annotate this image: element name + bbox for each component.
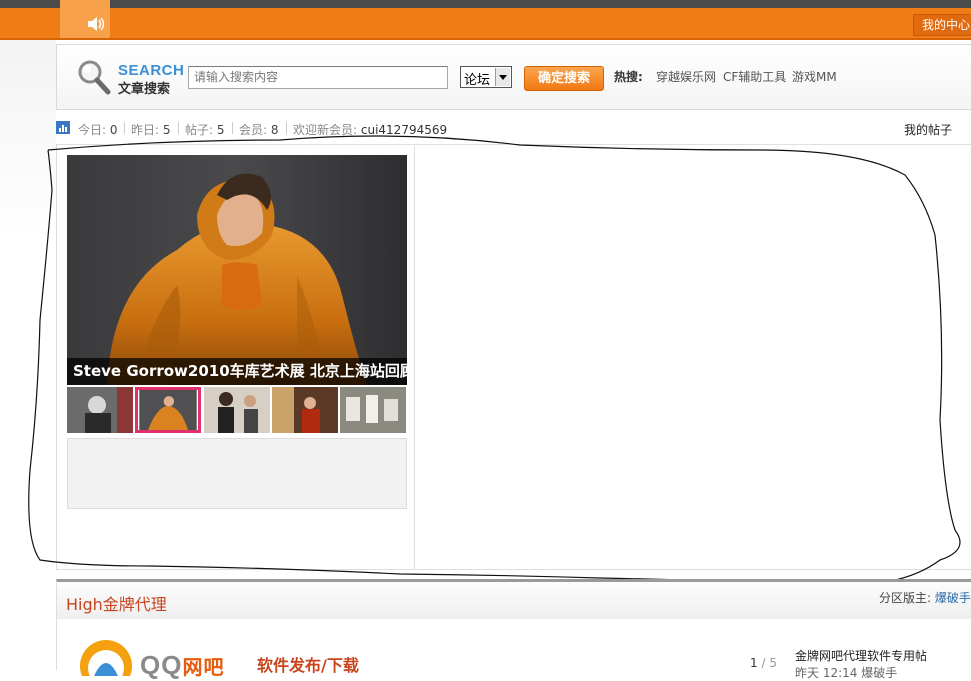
- stat-new-member: 欢迎新会员: cui412794569: [293, 121, 447, 138]
- moderator-link[interactable]: 爆破手: [935, 591, 971, 605]
- thumbnail[interactable]: [204, 387, 270, 433]
- thumbnail[interactable]: [67, 387, 133, 433]
- hot-link[interactable]: 游戏MM: [792, 68, 837, 85]
- pager-total: 5: [769, 656, 777, 670]
- thumbnail[interactable]: [272, 387, 338, 433]
- forum-board-title[interactable]: 软件发布/下载: [257, 652, 359, 676]
- search-scope-value: 论坛: [464, 73, 491, 88]
- divider: [124, 122, 125, 134]
- stat-value: 0: [109, 123, 118, 137]
- top-strip: [0, 0, 971, 8]
- top-nav-bar: [0, 8, 971, 40]
- forum-stats-bar: 今日: 0 昨日: 5 帖子: 5 会员: 8 欢迎新会员: cui412794…: [56, 118, 971, 140]
- divider: [56, 619, 57, 670]
- stat-posts: 帖子: 5: [185, 121, 225, 138]
- stat-value: 5: [216, 123, 225, 137]
- last-post-link[interactable]: 金牌网吧代理软件专用帖: [795, 647, 927, 664]
- placeholder-box: [67, 438, 407, 509]
- divider: [414, 146, 415, 570]
- chevron-down-icon[interactable]: [495, 68, 510, 86]
- stat-label: 欢迎新会员:: [293, 123, 358, 137]
- thumbnail-active[interactable]: [135, 387, 201, 433]
- divider: [286, 122, 287, 134]
- board-pager: 1 / 5: [750, 656, 777, 670]
- slideshow-main-image[interactable]: [67, 155, 407, 385]
- logo-suffix: 网吧: [182, 657, 225, 679]
- search-logo-cn: 文章搜索: [118, 82, 171, 97]
- stat-members: 会员: 8: [239, 121, 279, 138]
- speaker-icon[interactable]: [86, 15, 104, 33]
- my-center-button[interactable]: 我的中心: [913, 14, 971, 36]
- pager-current: 1: [750, 656, 758, 670]
- forum-logo-text: QQ网吧: [140, 650, 224, 681]
- stat-today: 今日: 0: [78, 121, 118, 138]
- left-background: [0, 40, 56, 240]
- stat-value: 8: [270, 123, 279, 137]
- stat-value: 5: [162, 123, 171, 137]
- divider: [178, 122, 179, 134]
- stat-label: 昨日:: [131, 123, 160, 137]
- section-header: [56, 579, 971, 619]
- divider: [232, 122, 233, 134]
- stat-label: 今日:: [78, 123, 107, 137]
- search-submit-button[interactable]: 确定搜索: [524, 66, 604, 91]
- stat-label: 帖子:: [185, 123, 214, 137]
- moderator-info: 分区版主: 爆破手: [879, 589, 971, 606]
- search-scope-select[interactable]: 论坛: [460, 66, 512, 88]
- hot-link[interactable]: 穿越娱乐网: [656, 68, 716, 85]
- magnifier-icon: [78, 60, 111, 95]
- search-logo-en: SEARCH: [118, 62, 185, 79]
- section-title[interactable]: High金牌代理: [66, 591, 167, 615]
- last-post-meta: 昨天 12:14 爆破手: [795, 666, 898, 680]
- hot-link[interactable]: CF辅助工具: [723, 68, 786, 85]
- new-member-link[interactable]: cui412794569: [361, 123, 447, 137]
- hot-search-label: 热搜:: [614, 70, 643, 84]
- slideshow-caption[interactable]: Steve Gorrow2010车库艺术展 北京上海站回顾: [67, 358, 407, 385]
- my-posts-link[interactable]: 我的帖子: [904, 121, 952, 138]
- logo-text: QQ: [140, 650, 183, 680]
- slideshow-thumbnails: [67, 387, 407, 433]
- stat-label: 会员:: [239, 123, 268, 137]
- search-input[interactable]: 请输入搜索内容: [188, 66, 448, 89]
- moderator-label: 分区版主:: [879, 591, 932, 605]
- stats-chart-icon: [56, 121, 70, 134]
- stat-yesterday: 昨日: 5: [131, 121, 171, 138]
- thumbnail[interactable]: [340, 387, 406, 433]
